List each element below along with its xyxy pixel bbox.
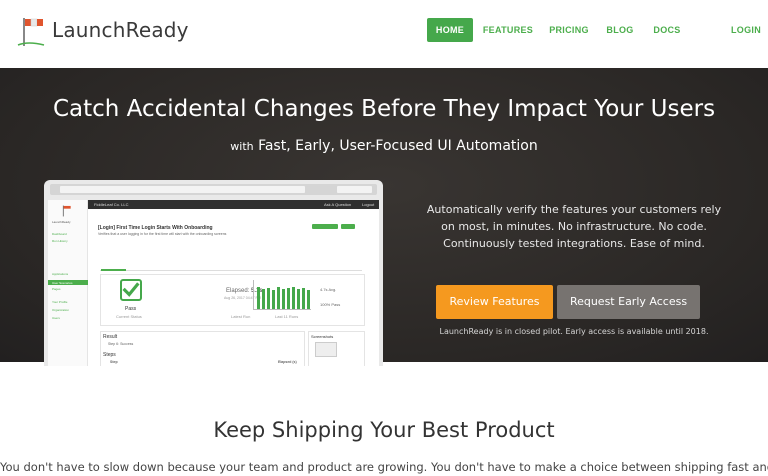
mockup-sidebar-item: Dashboard (52, 232, 67, 236)
mockup-run-button (312, 224, 338, 229)
chart-bar (292, 287, 295, 309)
pass-check-icon (120, 279, 142, 301)
mockup-screenshots-label: Screenshots (311, 334, 334, 339)
launchready-logo-icon[interactable] (16, 14, 46, 50)
hero-section: Catch Accidental Changes Before They Imp… (0, 68, 768, 366)
mockup-logo-icon (62, 205, 71, 217)
mockup-sidebar: LaunchReady Dashboard Run History Applic… (48, 200, 88, 366)
hero-subtitle-prefix: with (230, 140, 254, 153)
chart-bar (307, 290, 310, 309)
request-early-access-button[interactable]: Request Early Access (557, 285, 700, 319)
mockup-latest-run: Latest Run (231, 314, 251, 319)
mockup-edit-button (341, 224, 355, 229)
mockup-link: Ask A Question (324, 202, 352, 207)
mockup-test-desc: Verifies that a user logging in for the … (98, 232, 227, 236)
mockup-test-title: [Login] First Time Login Starts With Onb… (98, 225, 213, 231)
mockup-avg: 4.7s Avg. (320, 287, 337, 292)
mockup-sidebar-item: Run History (52, 239, 68, 243)
pilot-note: LaunchReady is in closed pilot. Early ac… (439, 327, 709, 336)
nav-login[interactable]: LOGIN (728, 18, 764, 42)
hero-subtitle: with Fast, Early, User-Focused UI Automa… (0, 138, 768, 154)
chart-bar (257, 287, 260, 309)
hero-subtitle-text: Fast, Early, User-Focused UI Automation (258, 138, 538, 154)
nav-blog[interactable]: BLOG (604, 18, 636, 42)
nav-home[interactable]: HOME (427, 18, 473, 42)
mockup-status-pass: Pass (125, 306, 137, 312)
top-navbar: LaunchReady HOME FEATURES PRICING BLOG D… (0, 0, 768, 68)
mockup-steps-label: Steps (103, 352, 116, 358)
mockup-sidebar-item: Pages (52, 287, 61, 291)
mockup-tab-active (101, 269, 126, 271)
brand-name[interactable]: LaunchReady (52, 18, 189, 42)
url-field (60, 186, 305, 193)
mockup-screenshot-thumb (315, 342, 337, 357)
mockup-result-text: Step 6: Success (108, 342, 134, 346)
mockup-result-box (100, 331, 305, 366)
mockup-link: Logout (362, 202, 375, 207)
mockup-topbar: FiddleLeaf Co. LLC Ask A Question Logout (88, 200, 379, 209)
mockup-status-label: Current Status (116, 314, 142, 319)
chart-bar (302, 288, 305, 309)
mockup-elapsed-label: Elapsed: (226, 288, 250, 294)
chart-bar (262, 289, 265, 309)
review-features-button[interactable]: Review Features (436, 285, 553, 319)
chart-bar (287, 288, 290, 309)
hero-description: Automatically verify the features your c… (426, 203, 722, 250)
app-screenshot-mockup: LaunchReady Dashboard Run History Applic… (44, 180, 383, 366)
mockup-tabs-line (100, 270, 362, 271)
chart-bar (277, 287, 280, 309)
mockup-run-chart (253, 280, 311, 310)
hero-title: Catch Accidental Changes Before They Imp… (52, 96, 716, 122)
mockup-step-col: Step (110, 360, 118, 364)
mockup-result-label: Result (103, 334, 118, 340)
mockup-sidebar-item: Organization (52, 308, 70, 312)
mockup-sidebar-item: User Scenarios (52, 280, 73, 285)
chart-bar (282, 289, 285, 309)
chart-bar (267, 288, 270, 309)
mockup-pass-pct: 100% Pass (320, 302, 341, 307)
mockup-sidebar-item: Applications (52, 272, 69, 276)
section-body: You don't have to slow down because your… (0, 460, 768, 474)
chart-bar (297, 289, 300, 309)
mockup-elapsed-col: Elapsed (s) (278, 360, 297, 364)
browser-search-field (337, 186, 372, 193)
mockup-sidebar-item: Your Profile (52, 300, 68, 304)
section-title: Keep Shipping Your Best Product (213, 418, 555, 442)
browser-address-bar (50, 184, 377, 195)
mockup-company: FiddleLeaf Co. LLC (94, 202, 129, 207)
chart-bar (272, 290, 275, 309)
nav-features[interactable]: FEATURES (481, 18, 535, 42)
mockup-last-runs: Last 11 Runs (275, 314, 299, 319)
nav-pricing[interactable]: PRICING (547, 18, 591, 42)
mockup-sidebar-brand: LaunchReady (52, 220, 71, 224)
mockup-screen: LaunchReady Dashboard Run History Applic… (48, 200, 379, 366)
mockup-sidebar-item: Users (52, 316, 60, 320)
nav-docs[interactable]: DOCS (650, 18, 684, 42)
